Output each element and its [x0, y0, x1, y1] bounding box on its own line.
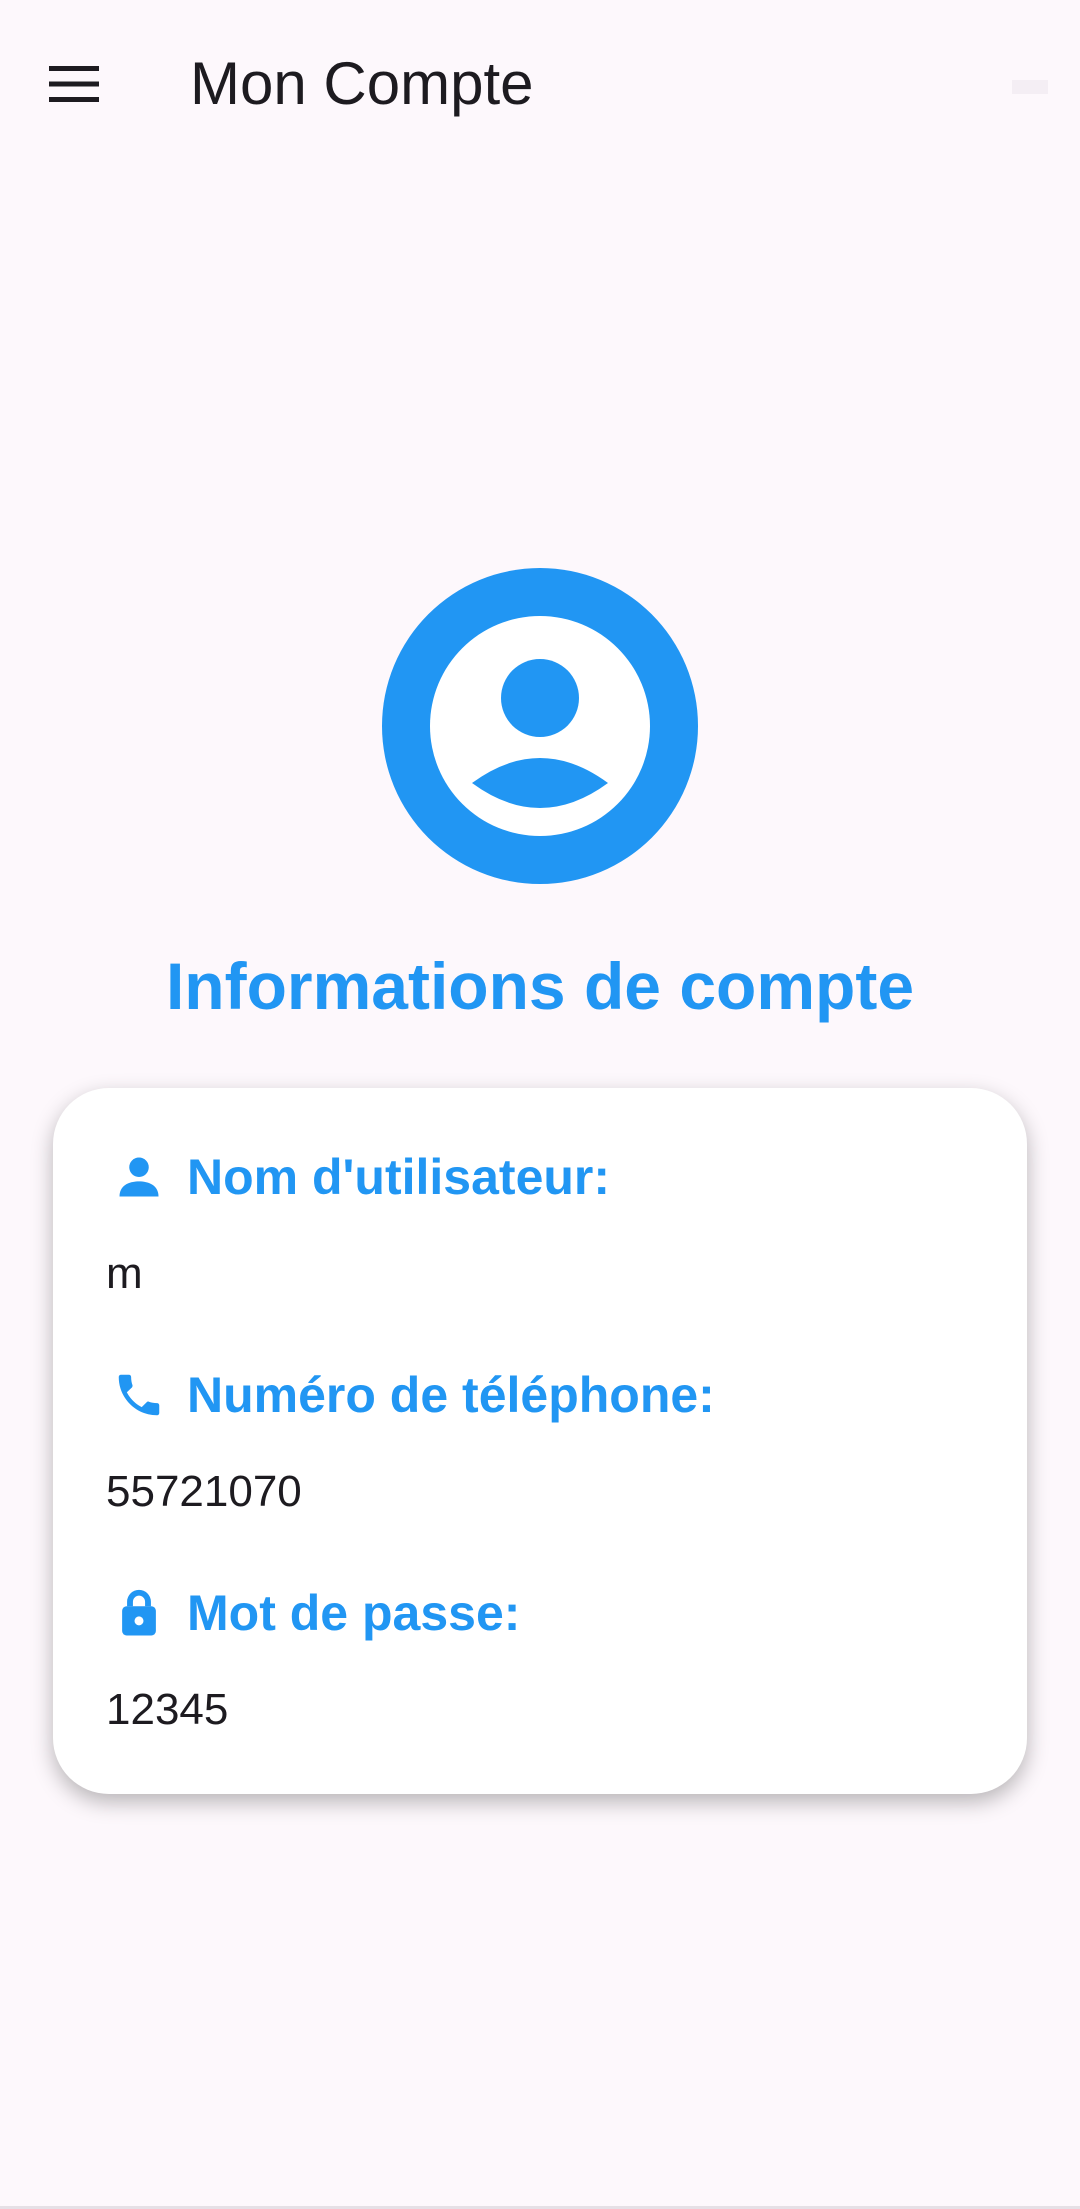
password-label-row: Mot de passe: [105, 1578, 520, 1648]
phone-icon [105, 1361, 173, 1429]
phone-label-row: Numéro de téléphone: [105, 1360, 715, 1430]
app-bar-action[interactable] [1012, 80, 1048, 94]
account-circle-icon [382, 568, 698, 884]
username-value: m [106, 1249, 143, 1298]
menu-button[interactable] [34, 50, 114, 118]
page-title: Mon Compte [190, 50, 534, 117]
username-label-row: Nom d'utilisateur: [105, 1142, 610, 1212]
username-label: Nom d'utilisateur: [187, 1149, 611, 1205]
lock-icon [105, 1579, 173, 1647]
phone-value: 55721070 [106, 1467, 302, 1516]
password-label: Mot de passe: [187, 1585, 521, 1641]
menu-icon [49, 66, 99, 102]
person-icon [105, 1143, 173, 1211]
password-value: 12345 [106, 1685, 229, 1734]
section-title: Informations de compte [165, 949, 915, 1023]
phone-label: Numéro de téléphone: [187, 1367, 715, 1423]
app-bar: Mon Compte [0, 0, 1080, 168]
account-info-card: Nom d'utilisateur: m Numéro de téléphone… [53, 1088, 1027, 1794]
